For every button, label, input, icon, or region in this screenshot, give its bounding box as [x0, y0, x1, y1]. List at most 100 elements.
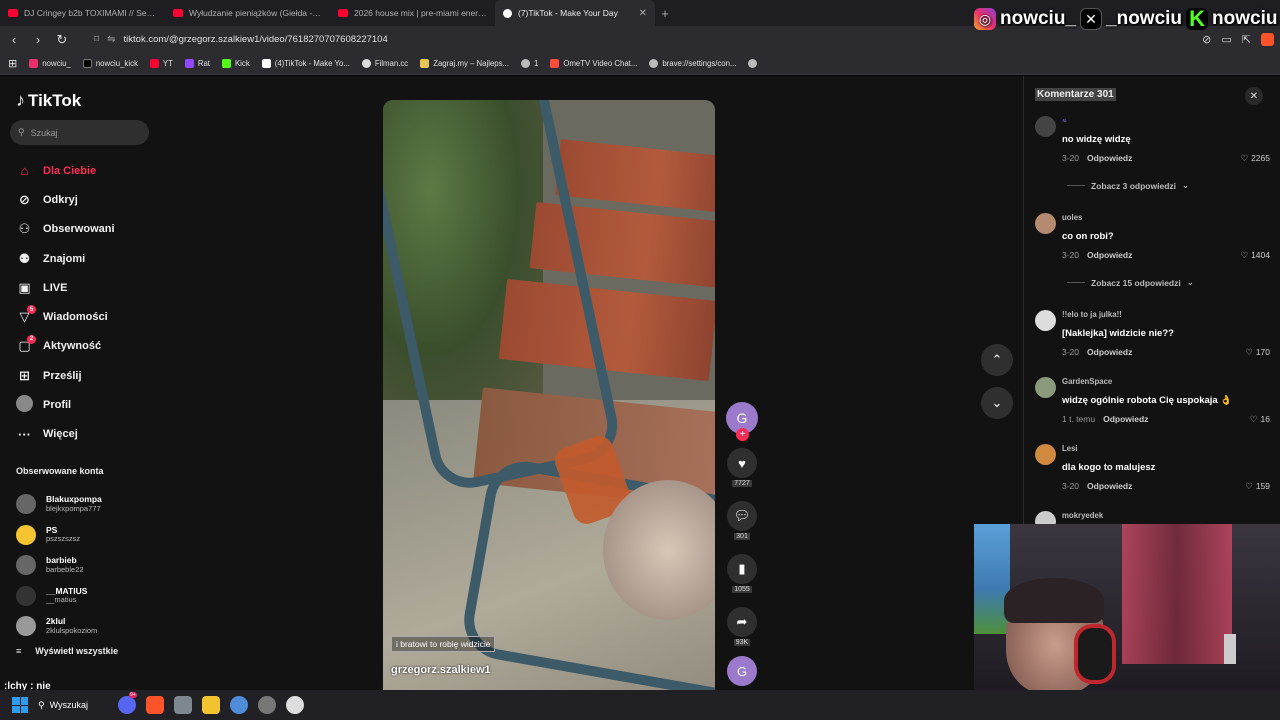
obs-icon[interactable]	[258, 696, 276, 714]
twitch-icon	[184, 59, 194, 68]
app-icon[interactable]	[174, 696, 192, 714]
search-input[interactable]: ⚲ Szukaj	[10, 120, 149, 145]
toolbar-icons: ⊘ ▭ ⇱	[1202, 33, 1274, 46]
browser-tab[interactable]: 2026 house mix | pre-miami energy	[330, 0, 495, 26]
bookmark-item[interactable]: nowciu_kick	[82, 59, 138, 68]
share-button[interactable]: ➦	[727, 607, 757, 637]
follow-plus-icon[interactable]: +	[736, 428, 749, 441]
avatar[interactable]	[1035, 213, 1056, 234]
reply-button[interactable]: Odpowiedz	[1103, 414, 1148, 424]
close-tab-icon[interactable]: ✕	[639, 8, 647, 19]
following-account[interactable]: Blakuxpompa blejkxpompa777	[16, 489, 146, 520]
video-author[interactable]: grzegorz.szalkiew1	[391, 664, 491, 676]
avatar[interactable]	[1035, 444, 1056, 465]
bookmark-item[interactable]: (4)TikTok - Make Yo...	[261, 59, 350, 68]
bookmark-item[interactable]: OmeTV Video Chat...	[550, 59, 637, 68]
comment-like[interactable]: ♡ 170	[1225, 347, 1270, 358]
filman-icon	[361, 59, 371, 68]
bookmark-item[interactable]: Kick	[221, 59, 250, 68]
bookmark-item[interactable]: nowciu_	[29, 59, 71, 68]
browser-tab-active[interactable]: (7)TikTok - Make Your Day ✕	[495, 0, 655, 26]
show-all-button[interactable]: ≡ Wyświetl wszystkie	[16, 646, 118, 656]
compass-icon: ⊘	[19, 191, 30, 207]
comment-like[interactable]: ♡ 159	[1225, 481, 1270, 492]
avatar	[16, 555, 36, 576]
sound-avatar[interactable]: G	[727, 656, 757, 686]
sidebar-item-wiadomosci[interactable]: ▽ 5 Wiadomości	[16, 302, 156, 331]
app-icon[interactable]	[286, 696, 304, 714]
file-explorer-icon[interactable]	[202, 696, 220, 714]
bookmark-item[interactable]	[748, 59, 758, 68]
taskbar-search[interactable]: ⚲ Wyszukaj	[38, 700, 108, 711]
avatar[interactable]	[1035, 310, 1056, 331]
bookmark-item[interactable]: brave://settings/con...	[649, 59, 736, 68]
comment-like[interactable]: ♡ 2265	[1225, 153, 1270, 164]
browser-tab[interactable]: DJ Cringey b2b TOXIMAMI // Sexpresso	[0, 0, 165, 26]
bookmark-item[interactable]: Filman.cc	[361, 59, 408, 68]
view-replies-button[interactable]: Zobacz 3 odpowiedzi ⌄	[1067, 180, 1189, 191]
comment-item: Lesi dla kogo to malujesz 3-20 Odpowiedz …	[1035, 444, 1275, 500]
reply-button[interactable]: Odpowiedz	[1087, 250, 1132, 260]
reply-button[interactable]: Odpowiedz	[1087, 481, 1132, 491]
heart-outline-icon: ♡	[1245, 481, 1253, 491]
previous-video-button[interactable]: ⌃	[981, 344, 1013, 376]
reply-button[interactable]: Odpowiedz	[1087, 153, 1132, 163]
sidebar-item-dla-ciebie[interactable]: ⌂ Dla Ciebie	[16, 156, 156, 185]
reply-button[interactable]: Odpowiedz	[1087, 347, 1132, 357]
heart-outline-icon: ♡	[1245, 347, 1253, 357]
webcam-background	[1224, 634, 1236, 664]
tiktok-logo[interactable]: ♪ TikTok	[16, 90, 81, 111]
windows-start-icon[interactable]	[12, 697, 28, 713]
avatar[interactable]	[1035, 116, 1056, 137]
browser-tab[interactable]: Wyłudzanie pieniążków (Giełda - Od	[165, 0, 330, 26]
sidebar-item-live[interactable]: ▣ LIVE	[16, 273, 156, 302]
sidebar-item-odkryj[interactable]: ⊘ Odkryj	[16, 185, 156, 214]
sidebar-item-profil[interactable]: Profil	[16, 390, 156, 419]
video-player[interactable]: i bratowi to robię widzicie grzegorz.sza…	[383, 100, 715, 690]
sidebar-item-przeslij[interactable]: ⊞ Prześlij	[16, 361, 156, 390]
tiktok-icon: ♪	[16, 90, 25, 110]
following-account[interactable]: 2klul 2klulspokoziom	[16, 611, 146, 642]
forward-icon[interactable]: ›	[30, 32, 46, 47]
hide-icon[interactable]: ⊘	[1202, 33, 1211, 46]
save-button[interactable]: ▮	[727, 554, 757, 584]
close-comments-button[interactable]: ✕	[1245, 87, 1263, 105]
sidebar-item-obserwowani[interactable]: ⚇ Obserwowani	[16, 215, 156, 244]
avatar[interactable]	[1035, 377, 1056, 398]
share-icon[interactable]: ⇱	[1242, 33, 1251, 46]
creator-avatar[interactable]: G +	[726, 402, 758, 441]
sidebar-item-wiecej[interactable]: ··· Więcej	[16, 420, 156, 449]
brave-shield-icon[interactable]	[1261, 33, 1274, 46]
next-video-button[interactable]: ⌄	[981, 387, 1013, 419]
youtube-icon	[338, 9, 348, 17]
brave-icon[interactable]	[146, 696, 164, 714]
following-account[interactable]: PS pszszszsz	[16, 520, 146, 551]
streamer-hair	[1004, 578, 1104, 623]
chrome-icon[interactable]	[230, 696, 248, 714]
view-replies-button[interactable]: Zobacz 15 odpowiedzi ⌄	[1067, 277, 1194, 288]
discord-icon[interactable]: 9+	[118, 692, 137, 714]
comment-button[interactable]: 💬︎	[727, 501, 757, 531]
comment-like[interactable]: ♡ 16	[1225, 414, 1270, 425]
sidebar-item-aktywnosc[interactable]: ▢ 2 Aktywność	[16, 332, 156, 361]
reader-icon[interactable]: ▭	[1221, 33, 1231, 46]
following-account[interactable]: __MATIUS __matius	[16, 581, 146, 612]
following-header: Obserwowane konta	[16, 466, 104, 476]
new-tab-button[interactable]: +	[655, 0, 675, 26]
bookmark-item[interactable]: Zagraj.my – Najleps...	[420, 59, 509, 68]
notification-badge: 2	[27, 334, 36, 344]
apps-icon[interactable]: ⊞	[8, 57, 17, 70]
sidebar-item-znajomi[interactable]: ⚉ Znajomi	[16, 244, 156, 273]
bookmark-item[interactable]: Rat	[184, 59, 210, 68]
url-field[interactable]: ⌑ ⇋ tiktok.com/@grzegorz.szalkiew1/video…	[94, 34, 734, 45]
bookmark-icon[interactable]: ⌑	[94, 34, 99, 45]
following-account[interactable]: barbieb barbeble22	[16, 550, 146, 581]
reload-icon[interactable]: ↻	[54, 32, 70, 48]
comment-like[interactable]: ♡ 1404	[1225, 250, 1270, 261]
bookmark-item[interactable]: YT	[149, 59, 173, 68]
bookmark-item[interactable]: 1	[521, 59, 538, 68]
search-icon: ⚲	[38, 699, 45, 710]
site-info-icon[interactable]: ⇋	[107, 34, 115, 45]
like-button[interactable]: ♥	[727, 448, 757, 478]
back-icon[interactable]: ‹	[6, 32, 22, 47]
